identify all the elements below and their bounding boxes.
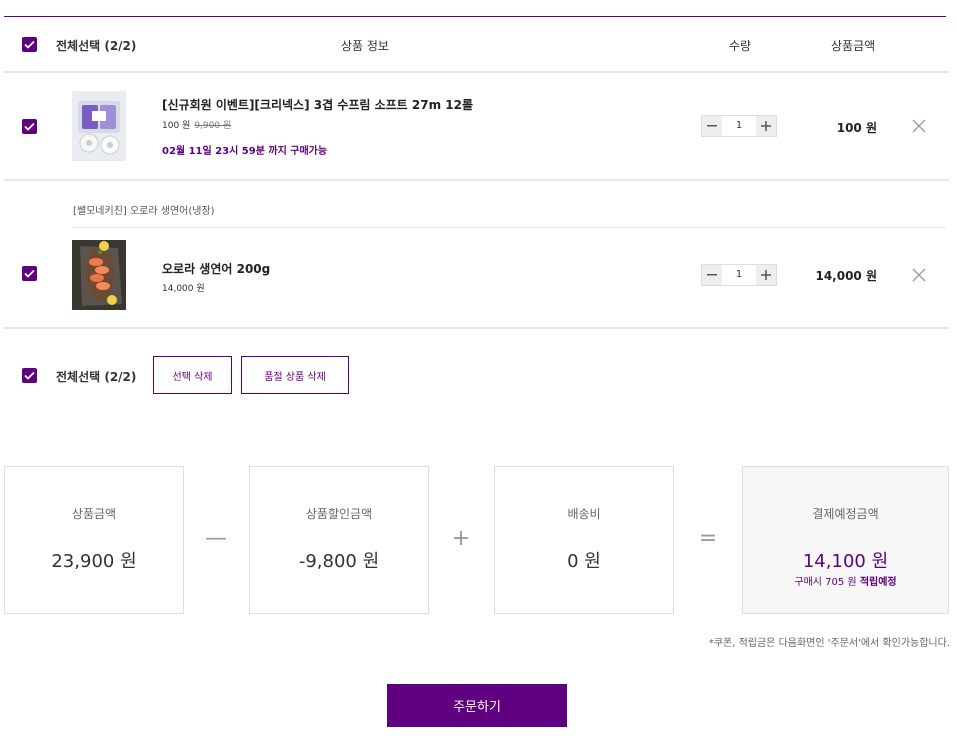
plus-icon <box>761 121 771 131</box>
check-icon <box>24 40 35 49</box>
total-value: 14,100 원 <box>802 551 889 572</box>
equals-operator: = <box>698 526 718 551</box>
discount-value: -9,800 원 <box>298 551 380 572</box>
discount-label: 상품할인금액 <box>305 507 373 521</box>
product-amount-box: 상품금액 23,900 원 <box>4 466 184 614</box>
product-name[interactable]: 오로라 생연어 200g <box>162 260 270 277</box>
quantity-stepper: 1 <box>701 115 777 137</box>
check-icon <box>24 371 35 380</box>
increase-button[interactable] <box>756 116 776 136</box>
order-button[interactable]: 주문하기 <box>387 684 567 727</box>
plus-icon <box>761 270 771 280</box>
quantity-value[interactable]: 1 <box>722 116 756 136</box>
increase-button[interactable] <box>756 265 776 285</box>
list-bottom-divider <box>4 327 949 329</box>
minus-icon <box>707 125 717 127</box>
minus-icon <box>707 274 717 276</box>
total-box: 결제예정금액 14,100 원 구매시 705 원 적립예정 <box>742 466 949 614</box>
product-amount-value: 23,900 원 <box>51 551 137 572</box>
coupon-notice: *쿠폰, 적립금은 다음화면인 '주문서'에서 확인가능합니다. <box>708 638 950 649</box>
delete-selected-button[interactable]: 선택 삭제 <box>153 356 232 394</box>
price-header: 상품금액 <box>831 39 876 53</box>
header-divider <box>4 71 949 73</box>
discount-box: 상품할인금액 -9,800 원 <box>249 466 429 614</box>
product-price: 14,000 원 <box>162 284 205 294</box>
toilet-paper-thumbnail[interactable] <box>72 91 126 161</box>
quantity-header: 수량 <box>729 39 752 53</box>
minus-operator: — <box>205 526 227 551</box>
decrease-button[interactable] <box>702 116 722 136</box>
close-icon[interactable] <box>912 119 926 133</box>
select-all-checkbox[interactable] <box>22 37 37 52</box>
quantity-value[interactable]: 1 <box>722 265 756 285</box>
item-checkbox[interactable] <box>22 266 37 281</box>
quantity-stepper: 1 <box>701 264 777 286</box>
product-info-header: 상품 정보 <box>341 39 389 53</box>
vendor-label: [쌜모네키친] 오로라 생연어(냉장) <box>73 206 215 217</box>
decrease-button[interactable] <box>702 265 722 285</box>
original-price: 9,900 원 <box>194 121 232 131</box>
product-amount-label: 상품금액 <box>71 507 117 521</box>
points-suffix: 적립예정 <box>859 577 897 588</box>
shipping-value: 0 원 <box>567 551 601 572</box>
points-amount: 구매시 705 원 <box>794 577 857 588</box>
shipping-label: 배송비 <box>567 507 601 521</box>
purchase-deadline: 02월 11일 23시 59분 까지 구매가능 <box>162 146 328 157</box>
item-checkbox[interactable] <box>22 119 37 134</box>
select-all-label[interactable]: 전체선택 (2/2) <box>56 37 136 54</box>
shipping-box: 배송비 0 원 <box>494 466 674 614</box>
vendor-divider <box>72 227 946 228</box>
salmon-thumbnail[interactable] <box>72 240 126 310</box>
plus-operator: + <box>451 526 471 551</box>
delete-soldout-button[interactable]: 품절 상품 삭제 <box>241 356 349 394</box>
product-price: 100 원 9,900 원 <box>162 118 231 131</box>
select-all-checkbox-bottom[interactable] <box>22 368 37 383</box>
top-divider <box>4 16 946 17</box>
points-note: 구매시 705 원 적립예정 <box>743 573 948 588</box>
item-divider <box>4 179 949 181</box>
check-icon <box>24 269 35 278</box>
item-total-price: 100 원 <box>836 121 877 135</box>
select-all-label-bottom[interactable]: 전체선택 (2/2) <box>56 368 136 385</box>
product-name[interactable]: [신규회원 이벤트][크리넥스] 3겹 수프림 소프트 27m 12롤 <box>162 96 473 113</box>
check-icon <box>24 122 35 131</box>
close-icon[interactable] <box>912 268 926 282</box>
total-label: 결제예정금액 <box>812 507 879 521</box>
sale-price: 100 원 <box>162 121 191 131</box>
item-total-price: 14,000 원 <box>815 269 877 283</box>
